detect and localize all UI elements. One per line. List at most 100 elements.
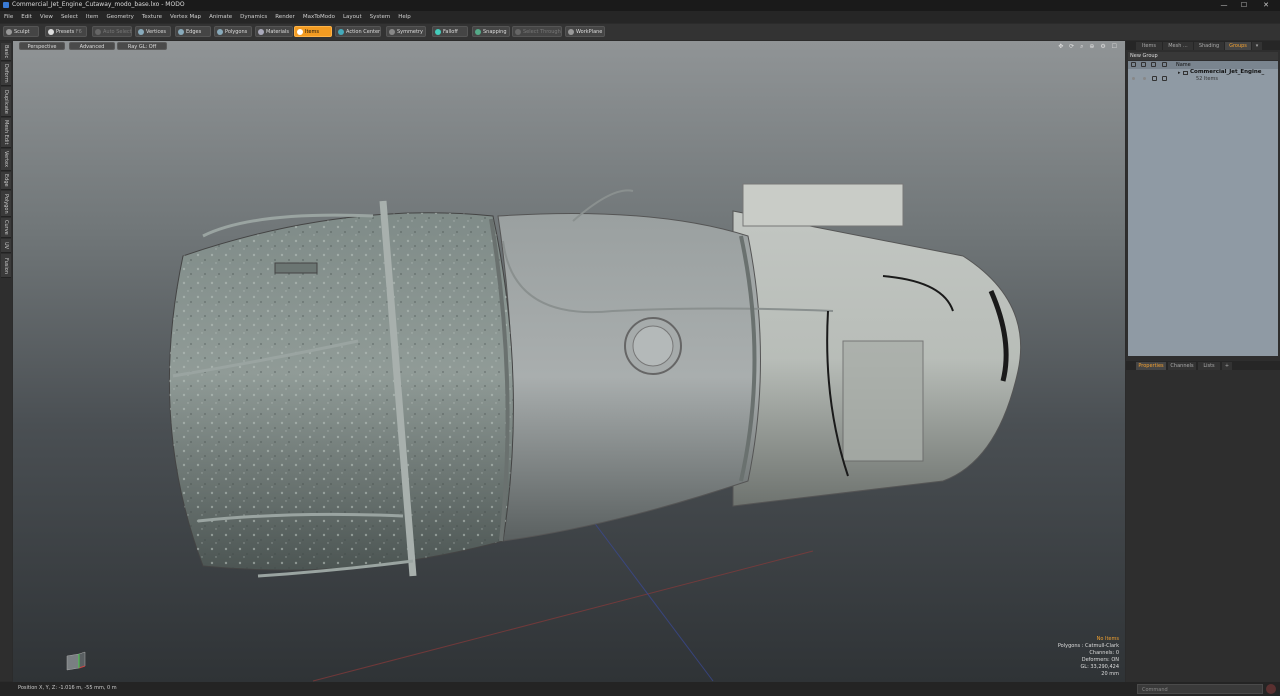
snapping-icon: [475, 29, 481, 35]
properties-panel: [1126, 371, 1280, 682]
tab-deform[interactable]: Deform: [1, 62, 11, 86]
tab-channels[interactable]: Channels: [1168, 362, 1196, 370]
sculpt-button[interactable]: Sculpt: [3, 26, 39, 37]
left-tool-tabs: Basic Deform Duplicate Mesh Edit Vertex …: [0, 41, 12, 681]
add-tab-icon[interactable]: +: [1222, 362, 1232, 370]
group-item-count: 52 Items: [1196, 76, 1218, 82]
channels-stat: Channels: 0: [1089, 650, 1119, 656]
tab-duplicate[interactable]: Duplicate: [1, 87, 11, 117]
group-row[interactable]: ▸ Commercial_Jet_Engine_ 52 Items: [1128, 69, 1278, 86]
menu-select[interactable]: Select: [57, 11, 82, 23]
tab-basic[interactable]: Basic: [1, 43, 11, 61]
tab-uv[interactable]: UV: [1, 239, 11, 253]
symmetry-icon: [389, 29, 395, 35]
window-title: Commercial_Jet_Engine_Cutaway_modo_base.…: [12, 1, 185, 8]
tab-lists[interactable]: Lists: [1198, 362, 1220, 370]
expand-arrow-icon[interactable]: ▸: [1178, 70, 1181, 76]
falloff-button[interactable]: Falloff: [432, 26, 468, 37]
tab-mesh[interactable]: Mesh ...: [1163, 42, 1193, 50]
tab-vertex[interactable]: Vertex: [1, 149, 11, 171]
command-input[interactable]: Command: [1137, 684, 1263, 694]
items-icon: [297, 29, 303, 35]
tab-polygon[interactable]: Polygon: [1, 191, 11, 217]
close-icon[interactable]: ✕: [1254, 0, 1278, 11]
menu-maxtomodo[interactable]: MaxToModo: [299, 11, 339, 23]
groups-list[interactable]: Name ▸ Commercial_Jet_Engine_ 52 Items: [1128, 61, 1278, 356]
lock-toggle-icon[interactable]: [1152, 76, 1157, 81]
menu-file[interactable]: File: [0, 11, 17, 23]
tab-mesh-edit[interactable]: Mesh Edit: [1, 118, 11, 148]
menu-layout[interactable]: Layout: [339, 11, 366, 23]
auto-select-icon: [95, 29, 101, 35]
no-items-label: No Items: [1096, 636, 1119, 642]
new-group-button[interactable]: New Group: [1128, 52, 1278, 60]
select-toggle-icon[interactable]: [1162, 76, 1167, 81]
deformers-stat: Deformers: ON: [1081, 657, 1119, 663]
menu-help[interactable]: Help: [394, 11, 415, 23]
title-bar: Commercial_Jet_Engine_Cutaway_modo_base.…: [0, 0, 1280, 11]
menu-animate[interactable]: Animate: [205, 11, 236, 23]
menu-dynamics[interactable]: Dynamics: [236, 11, 271, 23]
vertices-button[interactable]: Vertices: [135, 26, 171, 37]
items-button[interactable]: Items: [294, 26, 332, 37]
workplane-button[interactable]: WorkPlane: [565, 26, 605, 37]
group-name: Commercial_Jet_Engine_: [1190, 69, 1265, 75]
render-column-icon[interactable]: [1141, 62, 1146, 67]
viewport-stats: No Items Polygons : Catmull-Clark Channe…: [1058, 636, 1119, 678]
presets-icon: [48, 29, 54, 35]
render-toggle-icon[interactable]: [1143, 77, 1146, 80]
position-readout: Position X, Y, Z: -1.016 m, -55 mm, 0 m: [18, 685, 117, 691]
unit-stat: 20 mm: [1101, 671, 1119, 677]
falloff-icon: [435, 29, 441, 35]
top-panel-tabs: Items Mesh ... Shading Groups ▾: [1126, 41, 1280, 50]
auto-select-button[interactable]: Auto Select: [92, 26, 132, 37]
tab-groups[interactable]: Groups: [1225, 42, 1251, 50]
main-toolbar: Sculpt Presets F6 Auto Select Vertices E…: [0, 24, 1280, 40]
polygons-stat: Polygons : Catmull-Clark: [1057, 643, 1119, 649]
menu-texture[interactable]: Texture: [138, 11, 166, 23]
tab-fusion[interactable]: Fusion: [1, 254, 11, 278]
tab-curve[interactable]: Curve: [1, 218, 11, 238]
materials-button[interactable]: Materials: [255, 26, 293, 37]
orientation-gizmo-icon[interactable]: [65, 650, 87, 672]
select-column-icon[interactable]: [1162, 62, 1167, 67]
brush-icon: [6, 29, 12, 35]
lock-column-icon[interactable]: [1151, 62, 1156, 67]
materials-icon: [258, 29, 264, 35]
menu-render[interactable]: Render: [271, 11, 299, 23]
menu-system[interactable]: System: [366, 11, 395, 23]
tab-items[interactable]: Items: [1136, 42, 1162, 50]
edges-button[interactable]: Edges: [175, 26, 211, 37]
command-history-icon[interactable]: [1266, 684, 1276, 694]
modo-app-icon: [3, 2, 9, 8]
select-through-icon: [515, 29, 521, 35]
polygons-button[interactable]: Polygons: [214, 26, 252, 37]
menu-view[interactable]: View: [36, 11, 57, 23]
menu-vertex-map[interactable]: Vertex Map: [166, 11, 205, 23]
action-center-icon: [338, 29, 344, 35]
menu-item[interactable]: Item: [82, 11, 103, 23]
edges-icon: [178, 29, 184, 35]
select-through-button[interactable]: Select Through: [512, 26, 562, 37]
action-center-button[interactable]: Action Center: [335, 26, 381, 37]
3d-viewport[interactable]: Perspective Advanced Ray GL: Off ✥ ⟳ ⌕ ⊕…: [13, 41, 1125, 682]
tab-shading[interactable]: Shading: [1194, 42, 1224, 50]
menu-geometry[interactable]: Geometry: [102, 11, 137, 23]
presets-button[interactable]: Presets F6: [45, 26, 87, 37]
maximize-icon[interactable]: ☐: [1232, 0, 1256, 11]
snapping-button[interactable]: Snapping: [472, 26, 510, 37]
vertices-icon: [138, 29, 144, 35]
menu-bar: File Edit View Select Item Geometry Texture Ver…: [0, 11, 1280, 23]
right-panel: Items Mesh ... Shading Groups ▾ New Grou…: [1126, 41, 1280, 682]
tab-menu-chevron-icon[interactable]: ▾: [1252, 42, 1262, 50]
tab-edge[interactable]: Edge: [1, 172, 11, 190]
visibility-eye-icon[interactable]: [1132, 77, 1135, 80]
engine-model-render: [168, 183, 1022, 682]
symmetry-button[interactable]: Symmetry: [386, 26, 426, 37]
visibility-column-icon[interactable]: [1131, 62, 1136, 67]
gl-stat: GL: 33,290,424: [1080, 664, 1119, 670]
tab-properties[interactable]: Properties: [1136, 362, 1166, 370]
workplane-icon: [568, 29, 574, 35]
menu-edit[interactable]: Edit: [17, 11, 36, 23]
group-folder-icon: [1183, 71, 1188, 75]
